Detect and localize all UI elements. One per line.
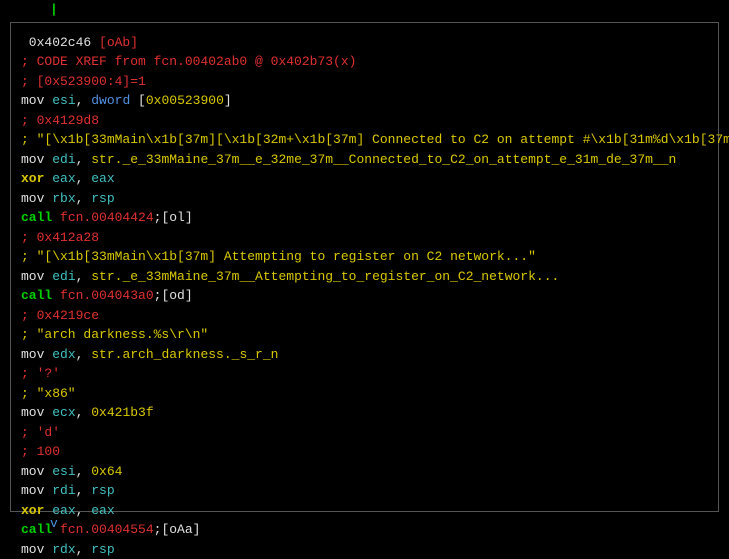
instr-mov-edi: mov edi, str._e_33mMaine_37m__e_32me_37m… [21,150,708,170]
instr-call-4043a0: call fcn.004043a0;[od] [21,286,708,306]
char-comment: ; 'd' [21,423,708,443]
flow-pipe-top: | [0,0,729,20]
instr-mov-rdx: mov rdx, rsp [21,540,708,559]
addr-comment: ; 0x4219ce [21,306,708,326]
address: 0x402c46 [21,35,99,50]
instr-mov-edx: mov edx, str.arch_darkness._s_r_n [21,345,708,365]
instr-mov-esi: mov esi, dword [0x00523900] [21,91,708,111]
block-address-line: 0x402c46 [oAb] [21,33,708,53]
string-comment: ; "[\x1b[33mMain\x1b[37m] Attempting to … [21,247,708,267]
instr-mov-ecx: mov ecx, 0x421b3f [21,403,708,423]
char-comment: ; '?' [21,364,708,384]
int-comment: ; 100 [21,442,708,462]
string-comment: ; "x86" [21,384,708,404]
instr-mov-edi2: mov edi, str._e_33mMaine_37m__Attempting… [21,267,708,287]
string-comment: ; "arch darkness.%s\r\n" [21,325,708,345]
addr-comment: ; 0x412a28 [21,228,708,248]
disassembly-block: 0x402c46 [oAb] ; CODE XREF from fcn.0040… [10,22,719,512]
instr-mov-esi2: mov esi, 0x64 [21,462,708,482]
instr-mov-rdi: mov rdi, rsp [21,481,708,501]
xref-comment: ; CODE XREF from fcn.00402ab0 @ 0x402b73… [21,52,708,72]
mem-comment: ; [0x523900:4]=1 [21,72,708,92]
string-comment: ; "[\x1b[33mMain\x1b[37m][\x1b[32m+\x1b[… [21,130,708,150]
instr-mov-rbx: mov rbx, rsp [21,189,708,209]
instr-xor-eax: xor eax, eax [21,169,708,189]
instr-call-404424: call fcn.00404424;[ol] [21,208,708,228]
block-label: [oAb] [99,35,138,50]
addr-comment: ; 0x4129d8 [21,111,708,131]
